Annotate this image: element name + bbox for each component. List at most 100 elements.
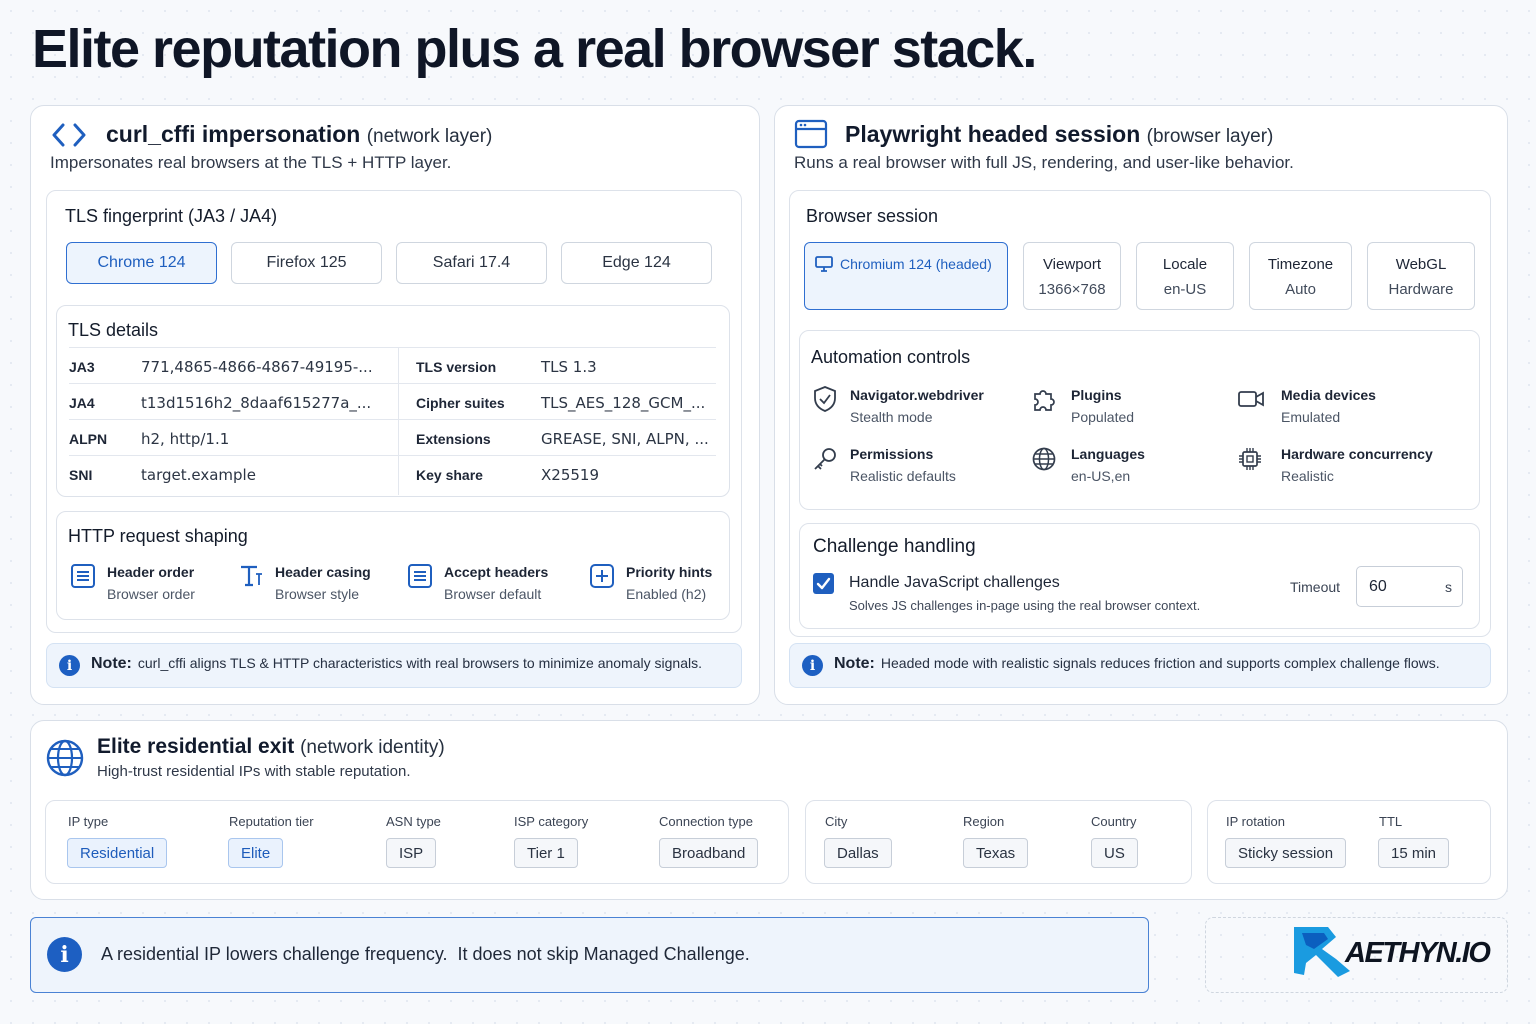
timeout-value: 60 <box>1369 578 1387 595</box>
tls-value: TLS_AES_128_GCM_... <box>541 394 706 412</box>
setting-label: Timezone <box>1267 256 1334 273</box>
checkbox[interactable] <box>813 573 834 594</box>
challenge-heading: Challenge handling <box>813 536 976 557</box>
fingerprint-option-safari[interactable]: Safari 17.4 <box>396 242 547 284</box>
globe-icon <box>1031 446 1057 472</box>
setting-webgl[interactable]: WebGL Hardware <box>1367 242 1475 310</box>
shaping-item-header-casing: Header casing Browser style <box>275 564 371 602</box>
info-icon: i <box>802 655 823 676</box>
tls-value: X25519 <box>541 466 599 484</box>
control-plugins: Plugins Populated <box>1071 387 1134 425</box>
field-value-asn-type[interactable]: ISP <box>386 838 437 868</box>
control-permissions: Permissions Realistic defaults <box>850 446 956 484</box>
field-label: City <box>825 814 848 829</box>
tls-key: Key share <box>416 467 483 483</box>
field-label: Region <box>963 814 1005 829</box>
note-label: Note: <box>834 655 875 672</box>
field-value-ttl[interactable]: 15 min <box>1378 838 1450 868</box>
setting-label: WebGL <box>1395 256 1447 273</box>
shaping-item-priority-hints: Priority hints Enabled (h2) <box>626 564 712 602</box>
tls-key: JA4 <box>69 395 95 411</box>
aethyn-logo: AETHYN.IO <box>1292 925 1502 979</box>
browser-title-paren: (browser layer) <box>1146 126 1274 147</box>
control-hardware-concurrency: Hardware concurrency Realistic <box>1281 446 1433 484</box>
setting-timezone[interactable]: Timezone Auto <box>1249 242 1352 310</box>
note-body: curl_cffi aligns TLS & HTTP characterist… <box>137 655 702 671</box>
fingerprint-option-chrome[interactable]: Chrome 124 <box>66 242 217 284</box>
list-icon <box>70 563 96 589</box>
field-label: ISP category <box>514 814 589 829</box>
monitor-icon <box>815 256 833 272</box>
info-icon: i <box>47 937 82 972</box>
tls-key: TLS version <box>416 359 497 375</box>
setting-locale[interactable]: Locale en-US <box>1136 242 1234 310</box>
tls-value: t13d1516h2_8daaf615277a_... <box>141 394 372 412</box>
checkbox-sublabel: Solves JS challenges in-page using the r… <box>849 598 1201 613</box>
control-title: Media devices <box>1281 387 1376 403</box>
feature-sub: Enabled (h2) <box>626 586 707 602</box>
page-title: Elite reputation plus a real browser sta… <box>32 19 1037 79</box>
fingerprint-option-edge[interactable]: Edge 124 <box>561 242 712 284</box>
setting-value: 1366×768 <box>1038 281 1106 298</box>
field-value-region[interactable]: Texas <box>963 838 1029 868</box>
setting-value: Hardware <box>1388 281 1454 298</box>
field-label: IP rotation <box>1226 814 1286 829</box>
note-label: Note: <box>91 655 132 672</box>
browser-note-text: Note: Headed mode with realistic signals … <box>834 655 1440 673</box>
control-title: Languages <box>1071 446 1145 462</box>
table-row: JA4 t13d1516h2_8daaf615277a_... Cipher s… <box>69 383 716 419</box>
browser-panel-description: Runs a real browser with full JS, render… <box>794 153 1294 172</box>
tls-key: Extensions <box>416 431 491 447</box>
control-languages: Languages en-US,en <box>1071 446 1145 484</box>
control-title: Plugins <box>1071 387 1122 403</box>
tls-fingerprint-heading: TLS fingerprint (JA3 / JA4) <box>65 206 278 226</box>
globe-icon <box>45 738 85 778</box>
tls-value: TLS 1.3 <box>541 358 597 376</box>
network-panel-title: curl_cffi impersonation (network layer) <box>106 121 492 148</box>
bottom-note-text: A residential IP lowers challenge freque… <box>101 944 750 964</box>
field-value-ip-rotation[interactable]: Sticky session <box>1225 838 1347 868</box>
tls-value: h2, http/1.1 <box>141 430 230 448</box>
network-title-paren: (network layer) <box>366 126 493 147</box>
code-brackets-icon <box>50 121 88 149</box>
tls-value: target.example <box>141 466 256 484</box>
field-value-connection-type[interactable]: Broadband <box>659 838 759 868</box>
network-note-text: Note: curl_cffi aligns TLS & HTTP charact… <box>91 655 702 673</box>
table-row: SNI target.example Key share X25519 <box>69 455 716 491</box>
field-value-city[interactable]: Dallas <box>824 838 892 868</box>
setting-label: Locale <box>1162 256 1208 273</box>
field-value-ip-type[interactable]: Residential <box>67 838 168 868</box>
field-value-reputation-tier[interactable]: Elite <box>228 838 284 868</box>
residential-panel-title: Elite residential exit (network identity… <box>97 735 445 759</box>
automation-heading: Automation controls <box>811 347 971 367</box>
setting-value: en-US <box>1163 281 1207 298</box>
shaping-item-header-order: Header order Browser order <box>107 564 195 602</box>
plus-box-icon <box>589 563 615 589</box>
timeout-unit: s <box>1445 579 1452 595</box>
control-navigator-webdriver: Navigator.webdriver Stealth mode <box>850 387 984 425</box>
camera-icon <box>1237 389 1265 409</box>
control-sub: Realistic <box>1281 468 1334 484</box>
setting-label: Viewport <box>1042 256 1102 273</box>
browser-title-text: Playwright headed session <box>845 121 1141 147</box>
setting-value: Auto <box>1285 281 1316 298</box>
field-value-country[interactable]: US <box>1091 838 1138 868</box>
feature-title: Priority hints <box>626 564 713 580</box>
engine-label: Chromium 124 (headed) <box>840 256 992 272</box>
table-divider <box>398 347 399 495</box>
check-icon <box>816 577 831 590</box>
timeout-input[interactable]: 60 s <box>1356 566 1463 607</box>
feature-sub: Browser order <box>107 586 195 602</box>
field-value-isp-category[interactable]: Tier 1 <box>514 838 578 868</box>
fingerprint-option-firefox[interactable]: Firefox 125 <box>231 242 382 284</box>
http-shaping-heading: HTTP request shaping <box>68 526 248 546</box>
shield-check-icon <box>812 385 838 413</box>
cpu-chip-icon <box>1237 446 1263 472</box>
browser-session-heading: Browser session <box>806 206 939 226</box>
setting-viewport[interactable]: Viewport 1366×768 <box>1023 242 1121 310</box>
engine-select[interactable] <box>804 242 1008 310</box>
control-media-devices: Media devices Emulated <box>1281 387 1376 425</box>
tls-key: Cipher suites <box>416 395 505 411</box>
timeout-label: Timeout <box>1290 579 1341 595</box>
checkbox-label[interactable]: Handle JavaScript challenges <box>849 574 1060 592</box>
